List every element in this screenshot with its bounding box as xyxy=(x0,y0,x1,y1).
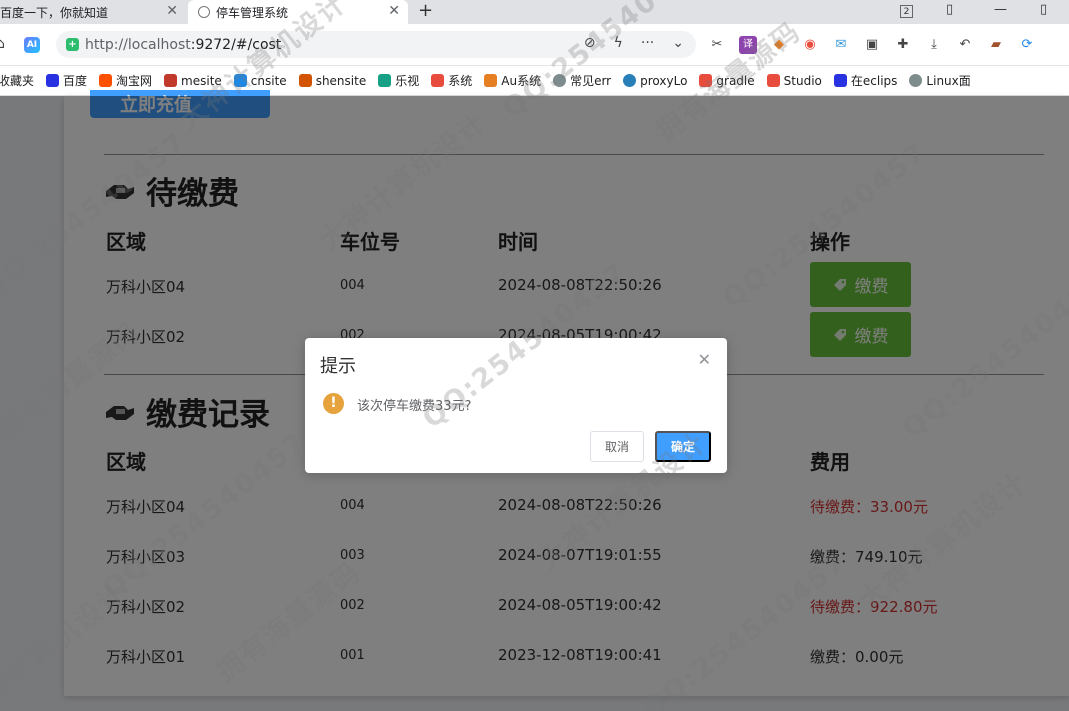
close-icon[interactable]: ✕ xyxy=(388,3,400,19)
globe-icon xyxy=(909,74,923,87)
tab-baidu[interactable]: 百度一下，你就知道 ✕ xyxy=(0,0,186,24)
more-icon[interactable]: ··· xyxy=(641,35,654,51)
extension-toolbar: ✂ 译 ◆ ◉ ✉ ▣ ✚ ⤓ ↶ ▰ ⟳ xyxy=(708,36,1036,54)
close-icon[interactable]: ✕ xyxy=(698,352,711,368)
play-icon xyxy=(233,74,247,87)
bookmark-item[interactable]: 百度 xyxy=(46,72,87,89)
tv-icon xyxy=(378,74,392,87)
minimize-icon[interactable]: — xyxy=(994,2,1007,17)
close-icon[interactable]: ✕ xyxy=(166,3,178,19)
bookmark-label: cnsite xyxy=(250,73,287,88)
bookmark-label: 在eclips xyxy=(850,74,898,88)
bookmark-item[interactable]: Au系统 xyxy=(484,72,541,89)
bookmark-item[interactable]: Linux面 xyxy=(909,72,971,89)
globe-icon xyxy=(198,6,210,18)
bookmark-label: 系统 xyxy=(448,74,473,88)
url-host: http://localhost xyxy=(85,36,191,53)
warning-icon: ! xyxy=(323,393,344,414)
address-bar: ⌂ AI + http://localhost:9272/#/cost ⊘ ϟ … xyxy=(0,24,1069,66)
bookmark-item[interactable]: 乐视 xyxy=(378,72,419,89)
bookmark-label: 收藏夹 xyxy=(0,74,35,88)
briefcase-icon[interactable]: ▰ xyxy=(987,36,1005,54)
bookmark-label: shensite xyxy=(315,73,367,88)
new-tab-button[interactable]: + xyxy=(418,0,433,22)
confirm-dialog: 提示 ✕ ! 该次停车缴费33元? 取消 确定 xyxy=(305,338,727,473)
bookmark-item[interactable]: 收藏夹 xyxy=(0,72,34,89)
dialog-title: 提示 xyxy=(320,356,356,377)
dialog-message: 该次停车缴费33元? xyxy=(357,399,472,414)
compass-icon[interactable]: ⊘ xyxy=(584,35,596,51)
url-input[interactable]: + http://localhost:9272/#/cost ⊘ ϟ ··· ⌄ xyxy=(56,31,696,58)
pin-icon[interactable]: ▯ xyxy=(946,2,953,17)
home-icon[interactable]: ⌂ xyxy=(0,36,5,52)
browser-tab-bar: 百度一下，你就知道 ✕ 停车管理系统 ✕ + 2 ▯ — ▯ xyxy=(0,0,1069,24)
c-icon xyxy=(431,74,445,87)
bookmark-label: 常见err xyxy=(570,74,612,88)
bookmark-label: 淘宝网 xyxy=(116,74,153,88)
bookmark-item[interactable]: 系统 xyxy=(431,72,472,89)
puzzle-icon[interactable]: ✚ xyxy=(894,36,912,54)
secure-shield-icon: + xyxy=(66,38,79,51)
bookmark-item[interactable]: cnsite xyxy=(233,73,287,88)
bookmark-label: Linux面 xyxy=(926,74,971,88)
undo-icon[interactable]: ↶ xyxy=(956,36,974,54)
bookmark-item[interactable]: shensite xyxy=(298,73,367,88)
scissors-icon[interactable]: ✂ xyxy=(708,36,726,54)
refresh-icon[interactable]: ⟳ xyxy=(1018,36,1036,54)
bookmark-item[interactable]: 常见err xyxy=(553,72,611,89)
window-count-badge[interactable]: 2 xyxy=(900,5,913,18)
game-icon[interactable]: ◆ xyxy=(770,36,788,54)
cancel-button[interactable]: 取消 xyxy=(590,431,644,462)
paw-icon xyxy=(833,74,847,87)
shield-icon[interactable]: ▣ xyxy=(863,36,881,54)
bookmark-item[interactable]: proxyLo xyxy=(623,74,687,88)
grid-icon xyxy=(298,74,312,87)
c-icon xyxy=(766,74,780,87)
weibo-icon[interactable]: ◉ xyxy=(801,36,819,54)
bookmark-label: 百度 xyxy=(63,74,88,88)
lightning-icon[interactable]: ϟ xyxy=(614,35,623,51)
bookmark-label: Au系统 xyxy=(501,74,542,88)
grid-icon xyxy=(484,74,498,87)
bookmark-label: mesite xyxy=(181,73,222,88)
taobao-icon xyxy=(99,74,113,87)
translate-icon[interactable]: 译 xyxy=(739,36,757,54)
tab-parking[interactable]: 停车管理系统 ✕ xyxy=(188,0,408,24)
grid-icon xyxy=(164,74,178,87)
ai-assistant-icon[interactable]: AI xyxy=(24,37,40,53)
bookmark-item[interactable]: 淘宝网 xyxy=(99,72,152,89)
globe-icon xyxy=(553,74,567,87)
download-icon[interactable]: ⤓ xyxy=(925,36,943,54)
bookmark-item[interactable]: Studio xyxy=(766,73,822,88)
bookmark-label: 乐视 xyxy=(395,74,420,88)
bookmark-label: gradle xyxy=(716,73,755,88)
bookmark-label: Studio xyxy=(783,73,822,88)
tab-title: 停车管理系统 xyxy=(216,5,289,20)
bookmark-item[interactable]: mesite xyxy=(164,74,222,88)
paw-icon xyxy=(46,74,60,87)
mail-icon[interactable]: ✉ xyxy=(832,36,850,54)
url-path: :9272/#/cost xyxy=(190,36,282,53)
bookmark-item[interactable]: 在eclips xyxy=(833,72,898,89)
confirm-button[interactable]: 确定 xyxy=(655,431,711,462)
c-icon xyxy=(699,74,713,87)
bookmark-item[interactable]: gradle xyxy=(699,73,755,88)
maximize-icon[interactable]: ▯ xyxy=(1040,2,1047,17)
bookmark-label: proxyLo xyxy=(640,73,688,88)
tab-title: 百度一下，你就知道 xyxy=(0,5,109,20)
chevron-down-icon[interactable]: ⌄ xyxy=(672,35,684,51)
proxy-icon xyxy=(623,74,637,87)
